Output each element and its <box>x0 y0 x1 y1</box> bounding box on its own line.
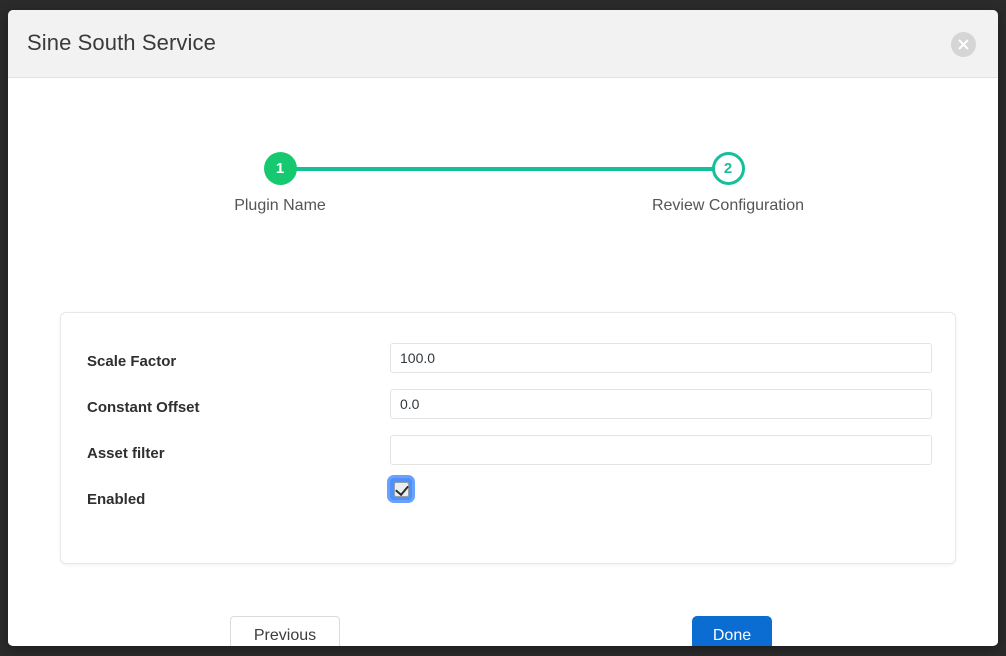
form-row: Asset filter <box>61 435 955 481</box>
form-row: Constant Offset <box>61 389 955 435</box>
stepper-step-review-configuration[interactable]: 2 Review Configuration <box>638 152 818 215</box>
dialog-footer: Previous Done <box>60 606 956 646</box>
asset-filter-input[interactable] <box>390 435 932 465</box>
field-label-scale-factor: Scale Factor <box>87 353 176 370</box>
service-configuration-dialog: Sine South Service 1 Plugin Name 2 Revie… <box>8 10 998 646</box>
step-label: Plugin Name <box>190 197 370 215</box>
field-label-enabled: Enabled <box>87 491 145 508</box>
wizard-stepper: 1 Plugin Name 2 Review Configuration <box>8 128 998 238</box>
dialog-header: Sine South Service <box>8 10 998 78</box>
field-label-constant-offset: Constant Offset <box>87 399 200 416</box>
configuration-card: Scale Factor Constant Offset Asset filte… <box>60 312 956 564</box>
done-button[interactable]: Done <box>692 616 772 646</box>
dialog-body: 1 Plugin Name 2 Review Configuration Sca… <box>8 78 998 645</box>
field-label-asset-filter: Asset filter <box>87 445 165 462</box>
form-row: Scale Factor <box>61 343 955 389</box>
close-icon[interactable] <box>951 32 976 57</box>
enabled-checkbox-focus-ring <box>390 478 412 500</box>
step-label: Review Configuration <box>638 197 818 215</box>
scale-factor-input[interactable] <box>390 343 932 373</box>
enabled-checkbox[interactable] <box>394 482 409 497</box>
constant-offset-input[interactable] <box>390 389 932 419</box>
page-title: Sine South Service <box>27 30 216 56</box>
stepper-step-plugin-name[interactable]: 1 Plugin Name <box>190 152 370 215</box>
form-row: Enabled <box>61 481 955 527</box>
step-number-badge: 1 <box>264 152 297 185</box>
step-number-badge: 2 <box>712 152 745 185</box>
close-glyph <box>958 39 969 50</box>
previous-button[interactable]: Previous <box>230 616 340 646</box>
